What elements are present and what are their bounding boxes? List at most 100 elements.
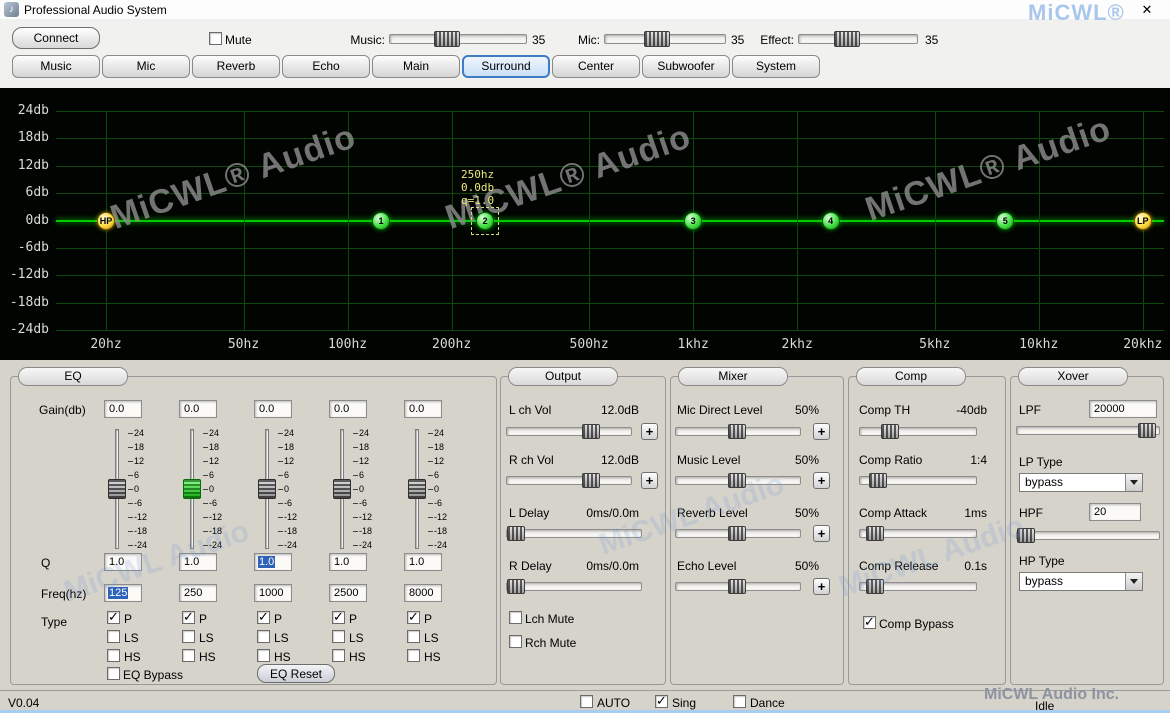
close-icon[interactable]: ✕ — [1138, 1, 1156, 18]
eq-gain-value[interactable]: 0.0 — [254, 400, 292, 418]
slider-thumb[interactable] — [865, 526, 884, 541]
plus-button[interactable]: + — [641, 423, 658, 440]
eq-gain-slider[interactable] — [408, 429, 426, 549]
slider-thumb[interactable] — [108, 479, 126, 499]
slider-thumb[interactable] — [880, 424, 899, 439]
eq-type-ls-checkbox[interactable] — [257, 630, 270, 643]
eq-type-ls-checkbox[interactable] — [407, 630, 420, 643]
eq-reset-button[interactable]: EQ Reset — [257, 664, 335, 683]
eq-type-hs-checkbox[interactable] — [407, 649, 420, 662]
tab-echo[interactable]: Echo — [282, 55, 370, 78]
slider-thumb[interactable] — [582, 424, 601, 439]
tab-center[interactable]: Center — [552, 55, 640, 78]
eq-q-value[interactable]: 1.0 — [404, 553, 442, 571]
tab-main[interactable]: Main — [372, 55, 460, 78]
tab-mic[interactable]: Mic — [102, 55, 190, 78]
slider-thumb[interactable] — [833, 31, 860, 47]
slider-thumb[interactable] — [728, 579, 746, 594]
eq-freq-value[interactable]: 8000 — [404, 584, 442, 602]
level-slider[interactable] — [675, 526, 801, 541]
tab-surround[interactable]: Surround — [462, 55, 550, 78]
level-slider[interactable] — [859, 473, 977, 488]
slider-thumb[interactable] — [1017, 528, 1036, 543]
slider-thumb[interactable] — [582, 473, 601, 488]
slider-thumb[interactable] — [258, 479, 276, 499]
slider-thumb[interactable] — [507, 579, 526, 594]
lch-mute-checkbox[interactable] — [509, 611, 522, 624]
eq-gain-slider[interactable] — [108, 429, 126, 549]
level-slider[interactable] — [506, 526, 642, 541]
slider-thumb[interactable] — [408, 479, 426, 499]
eq-type-p-checkbox[interactable] — [107, 609, 120, 625]
eq-type-ls-checkbox[interactable] — [107, 630, 120, 643]
level-slider[interactable] — [859, 424, 977, 439]
tab-music[interactable]: Music — [12, 55, 100, 78]
eq-point-hp[interactable]: HP — [97, 211, 115, 230]
level-slider[interactable] — [506, 424, 632, 439]
eq-type-ls-checkbox[interactable] — [332, 630, 345, 643]
eq-freq-value[interactable]: 250 — [179, 584, 217, 602]
sing-checkbox[interactable] — [655, 693, 668, 709]
lpf-input[interactable]: 20000 — [1089, 400, 1157, 418]
lpf-slider[interactable] — [1016, 423, 1160, 438]
slider-thumb[interactable] — [865, 579, 884, 594]
slider-thumb[interactable] — [333, 479, 351, 499]
eq-gain-value[interactable]: 0.0 — [329, 400, 367, 418]
level-slider[interactable] — [859, 579, 977, 594]
eq-q-value[interactable]: 1.0 — [104, 553, 142, 571]
level-slider[interactable] — [859, 526, 977, 541]
eq-point-4[interactable]: 4 — [821, 211, 840, 230]
chevron-down-icon[interactable] — [1125, 573, 1142, 590]
eq-type-p-checkbox[interactable] — [182, 609, 195, 625]
rch-mute-checkbox[interactable] — [509, 635, 522, 648]
comp-bypass-checkbox[interactable] — [863, 614, 876, 630]
music-level-slider[interactable] — [389, 31, 527, 47]
plus-button[interactable]: + — [641, 472, 658, 489]
hpf-slider[interactable] — [1016, 528, 1160, 543]
plus-button[interactable]: + — [813, 578, 830, 595]
eq-type-hs-checkbox[interactable] — [332, 649, 345, 662]
eq-type-ls-checkbox[interactable] — [182, 630, 195, 643]
eq-gain-slider[interactable] — [333, 429, 351, 549]
level-slider[interactable] — [675, 424, 801, 439]
slider-thumb[interactable] — [728, 526, 746, 541]
plus-button[interactable]: + — [813, 472, 830, 489]
eq-type-hs-checkbox[interactable] — [182, 649, 195, 662]
connect-button[interactable]: Connect — [12, 27, 100, 49]
eq-gain-slider[interactable] — [258, 429, 276, 549]
hpf-input[interactable]: 20 — [1089, 503, 1141, 521]
eq-gain-slider[interactable] — [183, 429, 201, 549]
eq-q-value[interactable]: 1.0 — [329, 553, 367, 571]
slider-thumb[interactable] — [507, 526, 526, 541]
eq-q-value[interactable]: 1.0 — [179, 553, 217, 571]
chevron-down-icon[interactable] — [1125, 474, 1142, 491]
mic-level-slider[interactable] — [604, 31, 726, 47]
level-slider[interactable] — [506, 473, 632, 488]
eq-point-lp[interactable]: LP — [1133, 211, 1152, 230]
eq-type-p-checkbox[interactable] — [407, 609, 420, 625]
lp-type-select[interactable]: bypass — [1019, 473, 1143, 492]
dance-checkbox[interactable] — [733, 695, 746, 708]
eq-type-p-checkbox[interactable] — [257, 609, 270, 625]
eq-point-2[interactable]: 2 — [476, 211, 495, 230]
slider-thumb[interactable] — [868, 473, 887, 488]
mute-checkbox[interactable] — [209, 32, 222, 45]
eq-type-hs-checkbox[interactable] — [257, 649, 270, 662]
slider-thumb[interactable] — [728, 473, 746, 488]
slider-thumb[interactable] — [1138, 423, 1157, 438]
eq-type-hs-checkbox[interactable] — [107, 649, 120, 662]
hp-type-select[interactable]: bypass — [1019, 572, 1143, 591]
eq-point-3[interactable]: 3 — [684, 211, 703, 230]
auto-checkbox[interactable] — [580, 695, 593, 708]
slider-thumb[interactable] — [433, 31, 460, 47]
level-slider[interactable] — [506, 579, 642, 594]
eq-point-5[interactable]: 5 — [996, 211, 1015, 230]
tab-subwoofer[interactable]: Subwoofer — [642, 55, 730, 78]
level-slider[interactable] — [675, 473, 801, 488]
slider-thumb[interactable] — [728, 424, 746, 439]
eq-gain-value[interactable]: 0.0 — [179, 400, 217, 418]
eq-q-value[interactable]: 1.0 — [254, 553, 292, 571]
tab-reverb[interactable]: Reverb — [192, 55, 280, 78]
slider-thumb[interactable] — [644, 31, 671, 47]
eq-freq-value[interactable]: 1000 — [254, 584, 292, 602]
